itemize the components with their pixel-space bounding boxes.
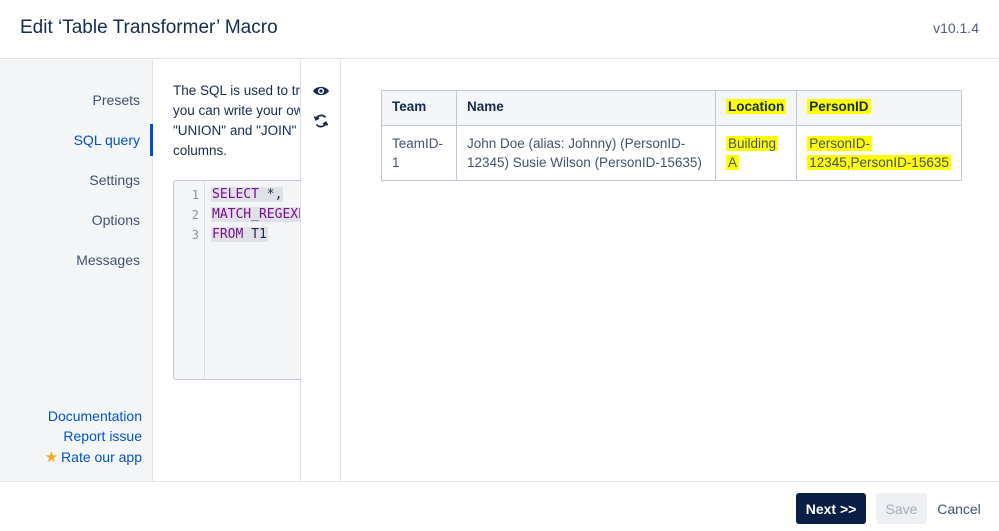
preview-panel: Team Name Location PersonID TeamID-1 Joh… xyxy=(342,60,999,481)
sidebar-item-presets[interactable]: Presets xyxy=(93,92,140,108)
sql-description-line: "UNION" and "JOIN" xyxy=(173,123,297,138)
table-header-row: Team Name Location PersonID xyxy=(381,90,963,126)
dialog-footer: Next >> Save Cancel xyxy=(0,481,999,531)
code-line-3: FROM T1 xyxy=(211,227,268,242)
eye-icon[interactable] xyxy=(311,81,331,101)
save-button[interactable]: Save xyxy=(876,493,927,524)
column-header-team: Team xyxy=(381,90,457,126)
sql-code-editor[interactable]: 1 2 3 SELECT *, MATCH_REGEXP FROM T1 xyxy=(173,180,300,380)
dialog-header: Edit ‘Table Transformer’ Macro v10.1.4 xyxy=(0,0,999,59)
macro-editor-dialog: Edit ‘Table Transformer’ Macro v10.1.4 P… xyxy=(0,0,999,531)
version-label: v10.1.4 xyxy=(933,20,979,36)
cell-team: TeamID-1 xyxy=(381,125,457,181)
sql-description-line: columns. xyxy=(173,143,228,158)
column-header-location: Location xyxy=(714,90,798,126)
refresh-icon[interactable] xyxy=(311,111,331,131)
sidebar: Presets SQL query Settings Options Messa… xyxy=(0,60,153,481)
column-header-name: Name xyxy=(456,90,716,126)
sql-description: The SQL is used to tra you can write you… xyxy=(173,81,300,161)
documentation-link[interactable]: Documentation xyxy=(48,408,142,424)
preview-toolbar xyxy=(300,60,341,481)
line-number-gutter: 1 2 3 xyxy=(174,181,205,379)
sql-query-panel: The SQL is used to tra you can write you… xyxy=(154,60,300,481)
code-line-2: MATCH_REGEXP xyxy=(211,207,300,222)
sidebar-item-messages[interactable]: Messages xyxy=(76,252,140,268)
sidebar-item-sql-query[interactable]: SQL query xyxy=(74,132,140,148)
sql-description-line: you can write your ow xyxy=(173,103,300,118)
cell-name: John Doe (alias: Johnny) (PersonID-12345… xyxy=(456,125,716,181)
dialog-title: Edit ‘Table Transformer’ Macro xyxy=(20,17,278,38)
star-icon: ★ xyxy=(44,449,59,466)
line-number: 2 xyxy=(191,208,199,222)
line-number: 3 xyxy=(191,228,199,242)
report-issue-link[interactable]: Report issue xyxy=(63,428,142,444)
line-number: 1 xyxy=(191,188,199,202)
cell-personid: PersonID- 12345,PersonID-15635 xyxy=(796,125,963,181)
column-header-personid: PersonID xyxy=(796,90,963,126)
cell-location: Building A xyxy=(714,125,798,181)
preview-table: Team Name Location PersonID TeamID-1 Joh… xyxy=(381,90,963,181)
sidebar-item-options[interactable]: Options xyxy=(92,212,140,228)
cancel-button[interactable]: Cancel xyxy=(934,493,984,524)
sql-description-line: The SQL is used to tra xyxy=(173,83,300,98)
table-row: TeamID-1 John Doe (alias: Johnny) (Perso… xyxy=(381,125,963,181)
rate-app-label: Rate our app xyxy=(61,449,142,465)
sidebar-item-settings[interactable]: Settings xyxy=(89,172,140,188)
active-tab-indicator xyxy=(150,124,153,156)
rate-app-link[interactable]: ★ Rate our app xyxy=(45,448,142,466)
next-button[interactable]: Next >> xyxy=(796,493,866,524)
code-line-1: SELECT *, xyxy=(211,187,284,202)
